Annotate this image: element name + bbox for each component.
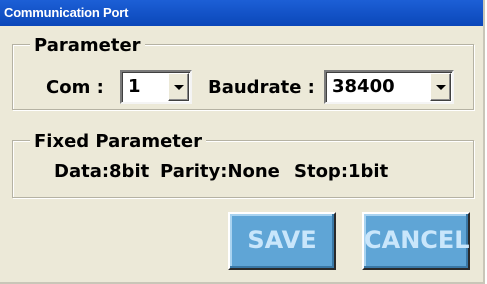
window-title: Communication Port (0, 0, 483, 26)
stop-bits-text: Stop:1bit (294, 161, 389, 182)
com-select[interactable]: 1 (120, 70, 192, 104)
baudrate-label: Baudrate : (208, 77, 315, 98)
com-value: 1 (128, 76, 141, 97)
baudrate-value: 38400 (332, 76, 395, 97)
chevron-down-icon[interactable] (430, 73, 451, 101)
chevron-down-icon[interactable] (168, 73, 189, 101)
cancel-button[interactable]: CANCEL (362, 212, 470, 270)
communication-port-dialog: Communication Port Parameter Com : 1 Bau… (0, 0, 485, 284)
save-button[interactable]: SAVE (228, 212, 336, 270)
parity-text: Parity:None (160, 161, 280, 182)
parameter-legend: Parameter (30, 36, 145, 56)
baudrate-select[interactable]: 38400 (324, 70, 454, 104)
data-bits-text: Data:8bit (54, 161, 150, 182)
fixed-parameter-legend: Fixed Parameter (30, 132, 206, 152)
com-label: Com : (46, 77, 104, 98)
